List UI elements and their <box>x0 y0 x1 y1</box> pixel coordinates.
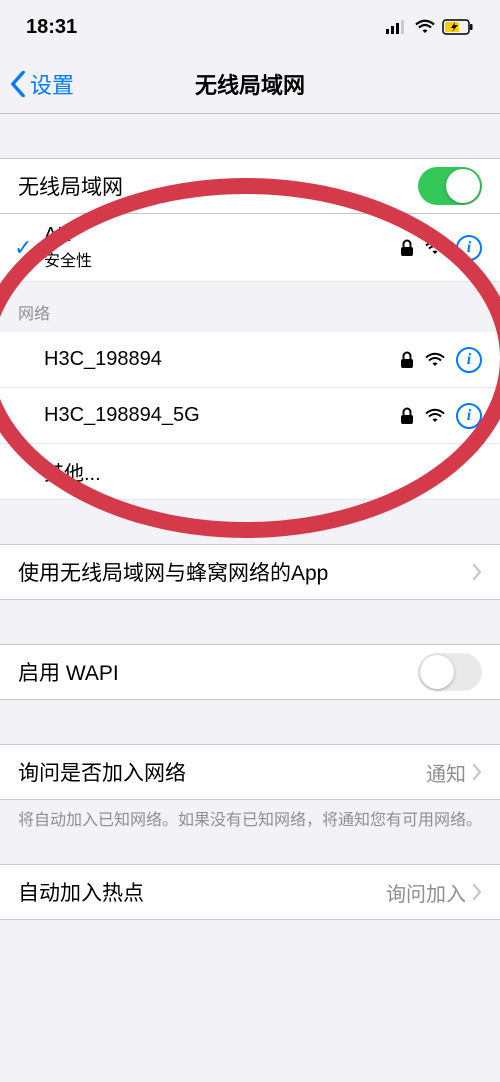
back-button[interactable]: 设置 <box>0 68 74 100</box>
wlan-toggle-label: 无线局域网 <box>18 171 418 201</box>
wlan-toggle-row[interactable]: 无线局域网 <box>0 158 500 214</box>
network-name: H3C_198894_5G <box>44 404 400 427</box>
wapi-toggle-switch[interactable] <box>418 653 482 691</box>
status-bar: 18:31 <box>0 0 500 54</box>
content: 无线局域网 ✓ AK 安全性 i 网络 H3C_198894 i H3C_198… <box>0 114 500 920</box>
chevron-right-icon <box>472 764 482 780</box>
wifi-icon <box>424 240 446 256</box>
network-row[interactable]: H3C_198894_5G i <box>0 388 500 444</box>
check-icon: ✓ <box>14 235 32 261</box>
chevron-right-icon <box>472 564 482 580</box>
page-title: 无线局域网 <box>195 68 305 100</box>
network-name: H3C_198894 <box>44 348 400 371</box>
auto-hotspot-label: 自动加入热点 <box>18 877 386 907</box>
signal-icon <box>386 20 408 34</box>
connected-network-sub: 安全性 <box>44 247 400 271</box>
network-row[interactable]: H3C_198894 i <box>0 332 500 388</box>
battery-charging-icon <box>442 19 474 35</box>
chevron-right-icon <box>472 884 482 900</box>
wapi-label: 启用 WAPI <box>18 657 418 687</box>
wifi-icon <box>424 352 446 368</box>
apps-label: 使用无线局域网与蜂窝网络的App <box>18 557 472 587</box>
other-network-row[interactable]: 其他... <box>0 444 500 500</box>
wapi-row[interactable]: 启用 WAPI <box>0 644 500 700</box>
auto-hotspot-row[interactable]: 自动加入热点 询问加入 <box>0 864 500 920</box>
info-icon[interactable]: i <box>456 403 482 429</box>
nav-header: 设置 无线局域网 <box>0 54 500 114</box>
ask-join-label: 询问是否加入网络 <box>18 757 426 787</box>
info-icon[interactable]: i <box>456 347 482 373</box>
wifi-icon <box>424 408 446 424</box>
lock-icon <box>400 351 414 369</box>
status-right <box>386 19 474 35</box>
wlan-toggle-switch[interactable] <box>418 167 482 205</box>
back-label: 设置 <box>30 68 74 100</box>
connected-network-name: AK <box>44 224 400 247</box>
wifi-status-icon <box>414 19 436 35</box>
apps-row[interactable]: 使用无线局域网与蜂窝网络的App <box>0 544 500 600</box>
lock-icon <box>400 239 414 257</box>
other-network-label: 其他... <box>44 457 482 486</box>
connected-network-row[interactable]: ✓ AK 安全性 i <box>0 214 500 282</box>
lock-icon <box>400 407 414 425</box>
status-time: 18:31 <box>26 16 77 39</box>
ask-join-value: 通知 <box>426 758 466 787</box>
info-icon[interactable]: i <box>456 235 482 261</box>
auto-hotspot-value: 询问加入 <box>386 878 466 907</box>
ask-join-note: 将自动加入已知网络。如果没有已知网络，将通知您有可用网络。 <box>0 800 500 842</box>
ask-join-row[interactable]: 询问是否加入网络 通知 <box>0 744 500 800</box>
chevron-left-icon <box>10 71 26 97</box>
networks-header: 网络 <box>0 282 500 332</box>
